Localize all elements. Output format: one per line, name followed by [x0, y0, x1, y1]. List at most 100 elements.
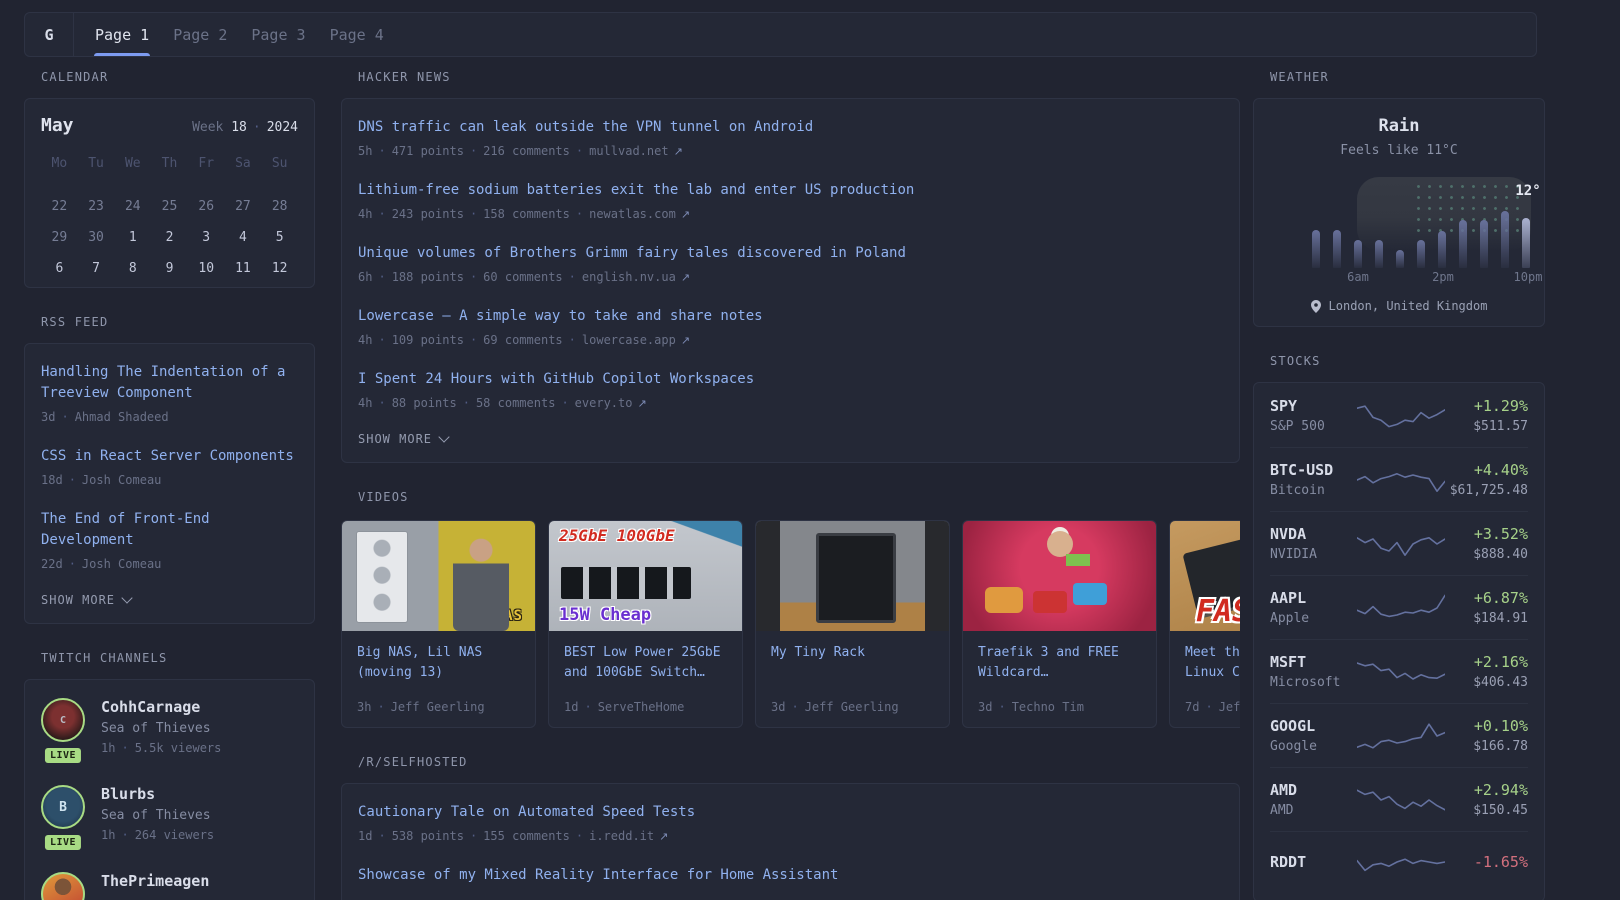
item-comments[interactable]: 216 comments [483, 144, 570, 158]
twitch-card: C LIVE CohhCarnage Sea of Thieves 1h·5.5… [24, 679, 315, 900]
item-domain-link[interactable]: newatlas.com↗ [589, 207, 690, 221]
item-age: 18d [41, 473, 63, 487]
calendar-month: May [41, 115, 74, 136]
rss-item-title[interactable]: Handling The Indentation of a Treeview C… [41, 362, 298, 404]
app-logo[interactable]: G [25, 13, 74, 56]
stock-name: AMD [1270, 803, 1357, 818]
hackernews-show-more[interactable]: SHOW MORE [358, 432, 1223, 446]
item-domain-link[interactable]: i.redd.it↗ [589, 829, 668, 843]
stock-row[interactable]: MSFT Microsoft +2.16% $406.43 [1270, 639, 1528, 703]
stock-name: S&P 500 [1270, 419, 1357, 434]
video-title-line2[interactable]: (moving 13) [357, 663, 520, 683]
calendar-day: 26 [188, 191, 225, 222]
video-title-line2[interactable]: and 100GbE Switch… [564, 663, 727, 683]
channel-name[interactable]: Blurbs [101, 785, 214, 803]
stock-price: $888.40 [1445, 547, 1528, 562]
weather-location: London, United Kingdom [1254, 299, 1544, 313]
weather-location-text: London, United Kingdom [1329, 299, 1488, 313]
dot-separator: · [1205, 700, 1212, 714]
calendar-day-grid: 222324252627282930123456789101112 [41, 191, 298, 284]
video-title[interactable]: My Tiny Rack [771, 643, 934, 663]
item-comments[interactable]: 69 comments [483, 333, 562, 347]
day-number: 10 [198, 261, 214, 276]
videos-header: VIDEOS [358, 491, 1240, 504]
stock-row[interactable]: RDDT -1.65% [1270, 831, 1528, 892]
calendar-day: 4 [225, 222, 262, 253]
stock-row[interactable]: BTC-USD Bitcoin +4.40% $61,725.48 [1270, 447, 1528, 511]
item-comments[interactable]: 155 comments [483, 829, 570, 843]
item-comments[interactable]: 158 comments [483, 207, 570, 221]
reddit-item-title[interactable]: Showcase of my Mixed Reality Interface f… [358, 865, 1223, 886]
calendar-widget: CALENDAR May Week 18·2024 MoTuWeThFrSaSu… [24, 71, 315, 288]
video-card[interactable]: My Tiny Rack 3d·Jeff Geerling [755, 520, 950, 728]
video-title-line2[interactable]: Linux Clu [1185, 663, 1240, 683]
reddit-item-title[interactable]: Cautionary Tale on Automated Speed Tests [358, 802, 1223, 823]
video-title[interactable]: Big NAS, Lil NAS [357, 643, 520, 663]
stock-row[interactable]: SPY S&P 500 +1.29% $511.57 [1270, 384, 1528, 447]
news-item-title[interactable]: Unique volumes of Brothers Grimm fairy t… [358, 243, 1223, 264]
videos-carousel[interactable]: LIL NAS Big NAS, Lil NAS (moving 13) 3h·… [341, 520, 1240, 728]
twitch-channel-row[interactable]: B LIVE Blurbs Sea of Thieves 1h·264 view… [41, 785, 298, 842]
stock-row[interactable]: AAPL Apple +6.87% $184.91 [1270, 575, 1528, 639]
day-number: 7 [92, 261, 100, 276]
weather-bar [1417, 240, 1425, 268]
video-thumbnail[interactable] [756, 521, 949, 631]
item-comments[interactable]: 60 comments [483, 270, 562, 284]
stock-row[interactable]: NVDA NVIDIA +3.52% $888.40 [1270, 511, 1528, 575]
page-tab[interactable]: Page 2 [173, 13, 227, 56]
rss-item-meta: 18d·Josh Comeau [41, 473, 298, 487]
avatar[interactable]: C [41, 698, 85, 742]
video-card[interactable]: LIL NAS Big NAS, Lil NAS (moving 13) 3h·… [341, 520, 536, 728]
page-tab[interactable]: Page 4 [330, 13, 384, 56]
channel-name[interactable]: ThePrimeagen [101, 872, 209, 890]
news-item-title[interactable]: I Spent 24 Hours with GitHub Copilot Wor… [358, 369, 1223, 390]
avatar[interactable]: B [41, 785, 85, 829]
item-domain-link[interactable]: lowercase.app ↗ [582, 333, 690, 347]
news-item-title[interactable]: Lithium-free sodium batteries exit the l… [358, 180, 1223, 201]
calendar-header: CALENDAR [41, 71, 315, 84]
news-item: Lowercase – A simple way to take and sha… [358, 306, 1223, 347]
external-link-icon: ↗ [681, 334, 690, 347]
item-comments[interactable]: 58 comments [476, 396, 555, 410]
item-domain-link[interactable]: english.nv.ua↗ [582, 270, 690, 284]
rss-item-title[interactable]: CSS in React Server Components [41, 446, 298, 467]
news-item-title[interactable]: DNS traffic can leak outside the VPN tun… [358, 117, 1223, 138]
dot-separator: · [121, 828, 128, 842]
video-thumbnail[interactable]: FAS [1170, 521, 1240, 631]
item-domain: english.nv.ua [582, 270, 676, 284]
weather-axis-label: 2pm [1432, 270, 1454, 284]
twitch-channel-row[interactable]: C LIVE CohhCarnage Sea of Thieves 1h·5.5… [41, 698, 298, 755]
item-domain: lowercase.app [582, 333, 676, 347]
avatar-letter [43, 874, 83, 900]
channel-game: Sea of Thieves [101, 808, 214, 823]
item-domain-link[interactable]: every.to↗ [575, 396, 647, 410]
dot-separator: · [378, 396, 385, 410]
video-title[interactable]: Traefik 3 and FREE [978, 643, 1141, 663]
video-title[interactable]: Meet the [1185, 643, 1240, 663]
news-item-title[interactable]: Lowercase – A simple way to take and sha… [358, 306, 1223, 327]
video-card[interactable]: FAS Meet the Linux Clu 7d·Jeff Geerling [1169, 520, 1240, 728]
rss-show-more[interactable]: SHOW MORE [41, 593, 298, 607]
item-points: 471 points [392, 144, 464, 158]
left-column: CALENDAR May Week 18·2024 MoTuWeThFrSaSu… [24, 71, 315, 900]
video-card[interactable]: Traefik 3 and FREE Wildcard… 3d·Techno T… [962, 520, 1157, 728]
hackernews-header: HACKER NEWS [358, 71, 1240, 84]
channel-name[interactable]: CohhCarnage [101, 698, 221, 716]
stock-values: +4.40% $61,725.48 [1445, 461, 1528, 498]
rss-item-title[interactable]: The End of Front-End Development [41, 509, 298, 551]
item-domain-link[interactable]: mullvad.net↗ [589, 144, 683, 158]
video-thumbnail[interactable] [963, 521, 1156, 631]
video-thumbnail[interactable]: 25GbE 100GbE 15W Cheap [549, 521, 742, 631]
stock-row[interactable]: GOOGL Google +0.10% $166.78 [1270, 703, 1528, 767]
twitch-channel-row[interactable]: LIVE ThePrimeagen [41, 872, 298, 900]
page-tab[interactable]: Page 1 [95, 13, 149, 56]
video-title[interactable]: BEST Low Power 25GbE [564, 643, 727, 663]
video-title-line2[interactable]: Wildcard… [978, 663, 1141, 683]
video-thumbnail[interactable]: LIL NAS [342, 521, 535, 631]
stock-sparkline [1357, 399, 1445, 433]
stock-row[interactable]: AMD AMD +2.94% $150.45 [1270, 767, 1528, 831]
video-card[interactable]: 25GbE 100GbE 15W Cheap BEST Low Power 25… [548, 520, 743, 728]
avatar[interactable] [41, 872, 85, 900]
page-tab[interactable]: Page 3 [251, 13, 305, 56]
weather-header: WEATHER [1270, 71, 1545, 84]
